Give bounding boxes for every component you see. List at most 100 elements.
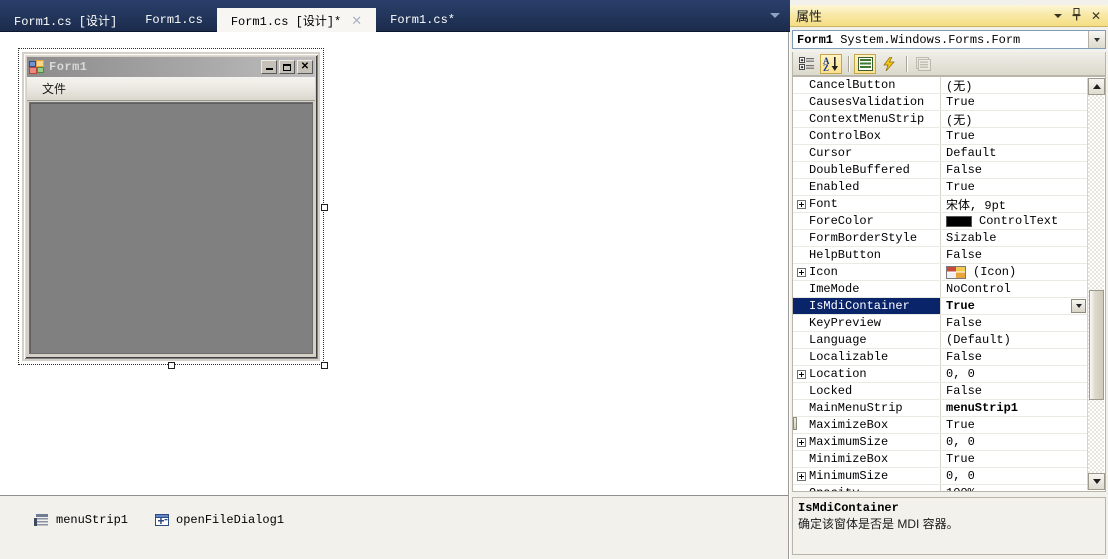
property-value-cell[interactable]: 0, 0 <box>941 468 1087 484</box>
tray-item-menustrip1[interactable]: menuStrip1 <box>30 510 132 530</box>
property-name-cell[interactable]: Font <box>793 196 941 212</box>
property-row[interactable]: Enabled True <box>793 179 1087 196</box>
property-name-cell[interactable]: MaximizeBox <box>793 417 941 433</box>
property-value-dropdown-button[interactable] <box>1071 299 1086 313</box>
property-row[interactable]: Cursor Default <box>793 145 1087 162</box>
property-row[interactable]: KeyPreview False <box>793 315 1087 332</box>
object-selector-combobox[interactable]: Form1 System.Windows.Forms.Form <box>792 30 1106 49</box>
form-mdi-client-area[interactable] <box>29 102 313 354</box>
property-row[interactable]: MaximizeBox True <box>793 417 1087 434</box>
scrollbar-up-button[interactable] <box>1088 78 1105 95</box>
grid-splitter-handle[interactable] <box>793 417 797 430</box>
property-name-cell[interactable]: ContextMenuStrip <box>793 111 941 127</box>
expand-plus-icon[interactable] <box>797 267 806 277</box>
editor-tab[interactable]: Form1.cs [设计]* ✕ <box>216 8 377 32</box>
property-row[interactable]: ForeColor ControlText <box>793 213 1087 230</box>
property-row[interactable]: ImeMode NoControl <box>793 281 1087 298</box>
property-value-cell[interactable]: 宋体, 9pt <box>941 196 1087 212</box>
close-icon[interactable]: ✕ <box>1091 10 1101 22</box>
property-name-cell[interactable]: Location <box>793 366 941 382</box>
editor-tab[interactable]: Form1.cs <box>131 8 217 32</box>
property-name-cell[interactable]: MaximumSize <box>793 434 941 450</box>
property-value-cell[interactable]: Default <box>941 145 1087 161</box>
property-name-cell[interactable]: Enabled <box>793 179 941 195</box>
property-row[interactable]: Icon (Icon) <box>793 264 1087 281</box>
property-name-cell[interactable]: CancelButton <box>793 77 941 93</box>
editor-tab[interactable]: Form1.cs* <box>376 8 469 32</box>
property-value-cell[interactable]: False <box>941 247 1087 263</box>
property-row[interactable]: ContextMenuStrip (无) <box>793 111 1087 128</box>
form-close-button[interactable]: ✕ <box>297 60 313 74</box>
expand-plus-icon[interactable] <box>797 199 806 209</box>
property-name-cell[interactable]: DoubleBuffered <box>793 162 941 178</box>
resize-handle-bottom-right[interactable] <box>321 362 328 369</box>
property-value-cell[interactable]: 100% <box>941 485 1087 491</box>
property-row[interactable]: Opacity 100% <box>793 485 1087 491</box>
events-button[interactable] <box>878 54 900 74</box>
property-row[interactable]: FormBorderStyle Sizable <box>793 230 1087 247</box>
property-value-cell[interactable]: True <box>941 298 1087 314</box>
property-row[interactable]: MinimizeBox True <box>793 451 1087 468</box>
property-value-cell[interactable]: 0, 0 <box>941 434 1087 450</box>
property-name-cell[interactable]: Language <box>793 332 941 348</box>
form-menu-strip[interactable]: 文件 <box>27 77 315 101</box>
property-value-cell[interactable]: True <box>941 417 1087 433</box>
property-value-cell[interactable]: True <box>941 94 1087 110</box>
property-name-cell[interactable]: Icon <box>793 264 941 280</box>
property-value-cell[interactable]: True <box>941 451 1087 467</box>
property-row[interactable]: CausesValidation True <box>793 94 1087 111</box>
property-value-cell[interactable]: True <box>941 128 1087 144</box>
property-grid[interactable]: CancelButton (无) CausesValidation True Conte… <box>792 76 1106 492</box>
property-name-cell[interactable]: MinimumSize <box>793 468 941 484</box>
alphabetical-button[interactable]: A Z <box>820 53 842 74</box>
property-name-cell[interactable]: ForeColor <box>793 213 941 229</box>
property-row[interactable]: Localizable False <box>793 349 1087 366</box>
designed-form[interactable]: Form1 ✕ 文件 <box>22 52 320 361</box>
property-value-cell[interactable]: True <box>941 179 1087 195</box>
form-designer-canvas[interactable]: Form1 ✕ 文件 <box>0 32 789 495</box>
property-row[interactable]: DoubleBuffered False <box>793 162 1087 179</box>
property-value-cell[interactable]: (无) <box>941 77 1087 93</box>
property-grid-scrollbar[interactable] <box>1087 78 1105 490</box>
property-value-cell[interactable]: menuStrip1 <box>941 400 1087 416</box>
property-row[interactable]: IsMdiContainer True <box>793 298 1087 315</box>
property-value-cell[interactable]: ControlText <box>941 213 1087 229</box>
property-row[interactable]: MaximumSize 0, 0 <box>793 434 1087 451</box>
property-value-cell[interactable]: Sizable <box>941 230 1087 246</box>
property-name-cell[interactable]: FormBorderStyle <box>793 230 941 246</box>
form-selection-frame[interactable]: Form1 ✕ 文件 <box>18 48 328 369</box>
object-selector-dropdown-button[interactable] <box>1088 31 1105 48</box>
pin-icon[interactable] <box>1071 8 1082 23</box>
property-name-cell[interactable]: MainMenuStrip <box>793 400 941 416</box>
property-value-cell[interactable]: False <box>941 349 1087 365</box>
property-value-cell[interactable]: False <box>941 162 1087 178</box>
resize-handle-bottom[interactable] <box>168 362 175 369</box>
property-value-cell[interactable]: 0, 0 <box>941 366 1087 382</box>
expand-plus-icon[interactable] <box>797 437 806 447</box>
close-icon[interactable]: ✕ <box>351 14 362 27</box>
scrollbar-down-button[interactable] <box>1088 473 1105 490</box>
property-value-cell[interactable]: (Default) <box>941 332 1087 348</box>
tray-item-openfiledialog1[interactable]: openFileDialog1 <box>150 510 288 530</box>
editor-tab[interactable]: Form1.cs [设计] <box>0 8 131 32</box>
property-name-cell[interactable]: MinimizeBox <box>793 451 941 467</box>
chevron-down-icon[interactable] <box>770 13 780 18</box>
form-maximize-button[interactable] <box>279 60 295 74</box>
property-row[interactable]: ControlBox True <box>793 128 1087 145</box>
property-row[interactable]: MainMenuStrip menuStrip1 <box>793 400 1087 417</box>
property-row[interactable]: Language (Default) <box>793 332 1087 349</box>
property-name-cell[interactable]: Cursor <box>793 145 941 161</box>
property-value-cell[interactable]: False <box>941 315 1087 331</box>
categorized-button[interactable] <box>796 54 818 74</box>
property-name-cell[interactable]: IsMdiContainer <box>793 298 941 314</box>
property-name-cell[interactable]: ImeMode <box>793 281 941 297</box>
expand-plus-icon[interactable] <box>797 471 806 481</box>
property-value-cell[interactable]: (无) <box>941 111 1087 127</box>
property-value-cell[interactable]: NoControl <box>941 281 1087 297</box>
property-row[interactable]: MinimumSize 0, 0 <box>793 468 1087 485</box>
properties-button[interactable] <box>854 53 876 74</box>
property-name-cell[interactable]: CausesValidation <box>793 94 941 110</box>
property-row[interactable]: Font 宋体, 9pt <box>793 196 1087 213</box>
form-minimize-button[interactable] <box>261 60 277 74</box>
resize-handle-right[interactable] <box>321 203 328 211</box>
